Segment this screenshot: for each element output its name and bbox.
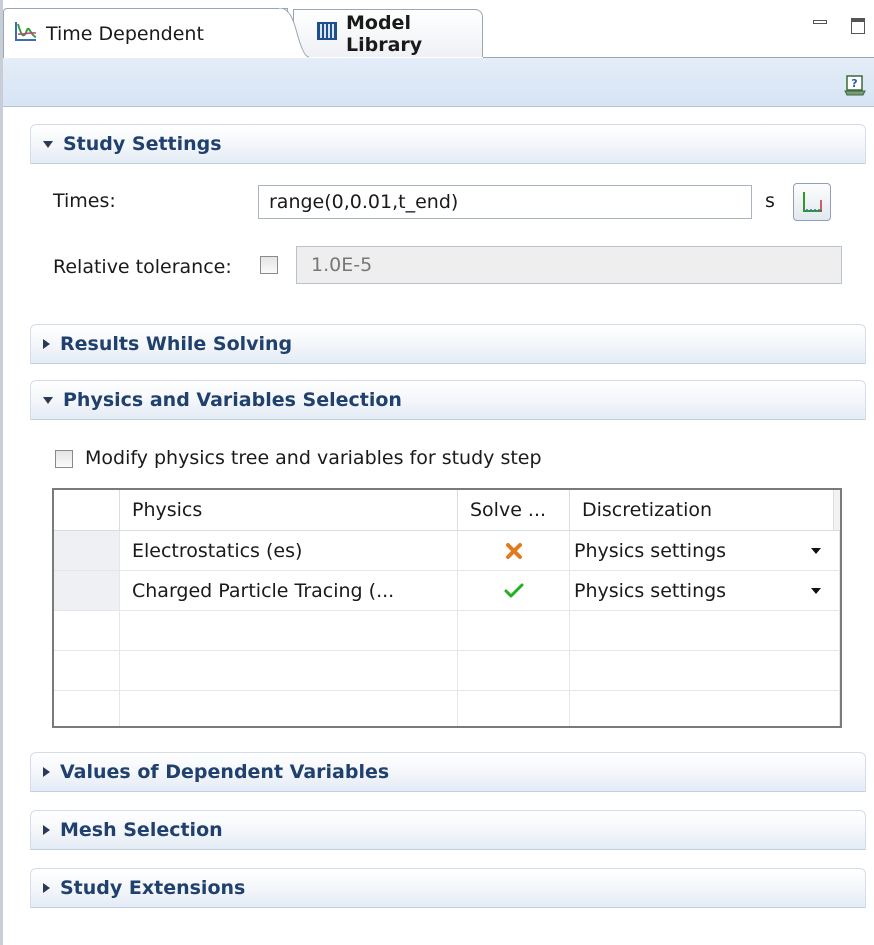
table-row[interactable]: Charged Particle Tracing (... Physics se… (54, 571, 840, 611)
times-value: range(0,0.01,t_end) (269, 191, 459, 213)
column-header-solve[interactable]: Solve ... (458, 490, 570, 530)
minimize-icon[interactable] (813, 18, 827, 32)
section-title: Physics and Variables Selection (63, 389, 402, 411)
table-row-empty (54, 691, 840, 726)
physics-name: Charged Particle Tracing (... (120, 571, 458, 611)
tolerance-checkbox[interactable] (260, 256, 278, 274)
model-library-icon (316, 20, 338, 47)
collapsed-arrow-icon (43, 767, 50, 777)
tab-model-library[interactable]: Model Library (293, 9, 483, 57)
section-values-dependent-variables[interactable]: Values of Dependent Variables (30, 752, 866, 792)
collapsed-arrow-icon (43, 339, 50, 349)
cross-icon (505, 542, 522, 559)
collapsed-arrow-icon (43, 883, 50, 893)
tolerance-label: Relative tolerance: (53, 256, 232, 278)
table-row-empty (54, 651, 840, 691)
solve-toggle[interactable] (458, 531, 570, 571)
tab-model-library-label: Model Library (346, 11, 423, 56)
table-row-empty (54, 611, 840, 651)
range-plot-icon (803, 192, 822, 212)
section-title: Values of Dependent Variables (60, 761, 390, 783)
modify-physics-label: Modify physics tree and variables for st… (85, 447, 542, 469)
tolerance-value: 1.0E-5 (311, 254, 373, 276)
solve-toggle[interactable] (458, 571, 570, 611)
physics-name: Electrostatics (es) (120, 531, 458, 571)
header-empty (54, 490, 120, 530)
toolbar: ? (3, 58, 874, 107)
discretization-select[interactable]: Physics settings (570, 571, 840, 611)
header-end (833, 490, 840, 530)
discretization-value: Physics settings (574, 539, 727, 562)
expanded-arrow-icon (43, 396, 53, 404)
maximize-icon[interactable] (851, 18, 865, 34)
times-input[interactable]: range(0,0.01,t_end) (258, 185, 752, 219)
check-icon (504, 583, 523, 597)
range-button[interactable] (793, 183, 831, 221)
table-header: Physics Solve ... Discretization (54, 490, 840, 531)
help-icon[interactable]: ? (844, 74, 866, 96)
section-results-while-solving[interactable]: Results While Solving (30, 324, 866, 364)
section-title: Study Settings (63, 133, 222, 155)
tab-time-dependent[interactable]: Time Dependent (3, 8, 288, 58)
time-dependent-plot-icon (14, 20, 38, 47)
tab-time-dependent-label: Time Dependent (46, 22, 204, 45)
discretization-select[interactable]: Physics settings (570, 531, 840, 571)
svg-text:?: ? (851, 77, 857, 90)
tolerance-input: 1.0E-5 (296, 246, 842, 284)
column-header-discretization[interactable]: Discretization (570, 490, 840, 530)
row-header[interactable] (54, 531, 120, 571)
section-title: Study Extensions (60, 877, 246, 899)
section-title: Mesh Selection (60, 819, 223, 841)
collapsed-arrow-icon (43, 825, 50, 835)
tab-slant (279, 8, 309, 58)
expanded-arrow-icon (43, 140, 53, 148)
chevron-down-icon (811, 548, 821, 554)
times-unit: s (765, 190, 775, 212)
window-left-border (0, 0, 3, 945)
section-study-settings[interactable]: Study Settings (30, 124, 866, 164)
chevron-down-icon (811, 588, 821, 594)
section-study-extensions[interactable]: Study Extensions (30, 868, 866, 908)
section-title: Results While Solving (60, 333, 293, 355)
physics-table: Physics Solve ... Discretization Electro… (52, 488, 842, 728)
modify-physics-checkbox[interactable] (55, 450, 73, 468)
row-header[interactable] (54, 571, 120, 611)
times-label: Times: (53, 190, 116, 212)
column-header-physics[interactable]: Physics (120, 490, 458, 530)
tab-strip: Time Dependent Model Library (3, 0, 874, 62)
section-physics-variables-selection[interactable]: Physics and Variables Selection (30, 380, 866, 420)
discretization-value: Physics settings (574, 579, 727, 602)
table-row[interactable]: Electrostatics (es) Physics settings (54, 531, 840, 571)
section-mesh-selection[interactable]: Mesh Selection (30, 810, 866, 850)
